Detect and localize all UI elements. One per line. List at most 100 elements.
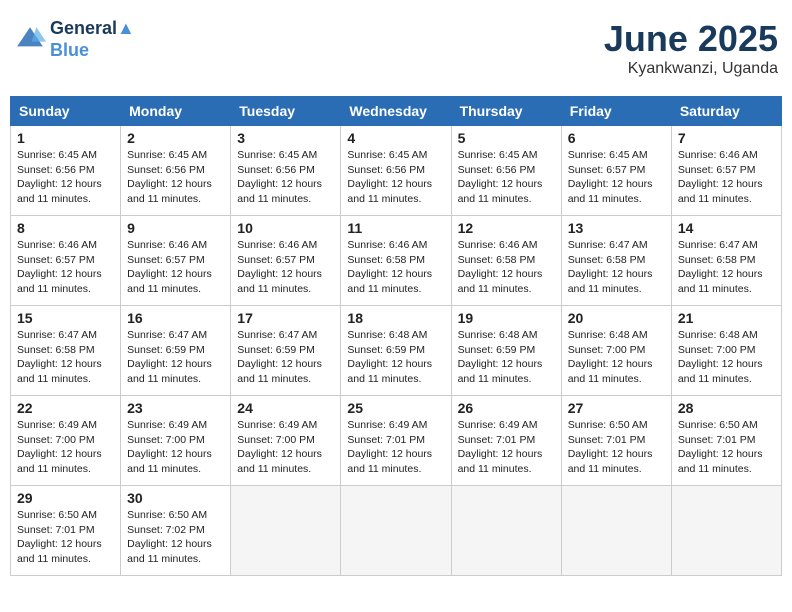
day-number: 20 — [568, 310, 665, 326]
day-number: 19 — [458, 310, 555, 326]
cell-info: Sunrise: 6:45 AMSunset: 6:56 PMDaylight:… — [237, 148, 334, 207]
day-cell-20: 20 Sunrise: 6:48 AMSunset: 7:00 PMDayligh… — [561, 306, 671, 396]
cell-info: Sunrise: 6:45 AMSunset: 6:56 PMDaylight:… — [127, 148, 224, 207]
day-number: 27 — [568, 400, 665, 416]
day-cell-9: 9 Sunrise: 6:46 AMSunset: 6:57 PMDaylight… — [121, 216, 231, 306]
day-number: 26 — [458, 400, 555, 416]
column-header-friday: Friday — [561, 97, 671, 126]
day-cell-17: 17 Sunrise: 6:47 AMSunset: 6:59 PMDayligh… — [231, 306, 341, 396]
day-number: 16 — [127, 310, 224, 326]
day-number: 10 — [237, 220, 334, 236]
day-number: 15 — [17, 310, 114, 326]
day-cell-27: 27 Sunrise: 6:50 AMSunset: 7:01 PMDayligh… — [561, 396, 671, 486]
day-cell-26: 26 Sunrise: 6:49 AMSunset: 7:01 PMDayligh… — [451, 396, 561, 486]
day-cell-28: 28 Sunrise: 6:50 AMSunset: 7:01 PMDayligh… — [671, 396, 781, 486]
cell-info: Sunrise: 6:48 AMSunset: 6:59 PMDaylight:… — [347, 328, 444, 387]
day-cell-1: 1Sunrise: 6:45 AMSunset: 6:56 PMDaylight… — [11, 126, 121, 216]
day-cell-22: 22Sunrise: 6:49 AMSunset: 7:00 PMDayligh… — [11, 396, 121, 486]
empty-cell — [671, 486, 781, 576]
cell-info: Sunrise: 6:48 AMSunset: 6:59 PMDaylight:… — [458, 328, 555, 387]
cell-info: Sunrise: 6:49 AMSunset: 7:00 PMDaylight:… — [237, 418, 334, 477]
cell-info: Sunrise: 6:50 AMSunset: 7:01 PMDaylight:… — [17, 508, 114, 567]
empty-cell — [231, 486, 341, 576]
calendar-week-3: 15Sunrise: 6:47 AMSunset: 6:58 PMDayligh… — [11, 306, 782, 396]
cell-info: Sunrise: 6:47 AMSunset: 6:58 PMDaylight:… — [678, 238, 775, 297]
cell-info: Sunrise: 6:47 AMSunset: 6:58 PMDaylight:… — [568, 238, 665, 297]
cell-info: Sunrise: 6:48 AMSunset: 7:00 PMDaylight:… — [568, 328, 665, 387]
logo-icon — [14, 24, 46, 56]
day-cell-23: 23Sunrise: 6:49 AMSunset: 7:00 PMDayligh… — [121, 396, 231, 486]
day-cell-30: 30 Sunrise: 6:50 AMSunset: 7:02 PMDayligh… — [121, 486, 231, 576]
cell-info: Sunrise: 6:46 AMSunset: 6:57 PMDaylight:… — [17, 238, 114, 297]
cell-info: Sunrise: 6:50 AMSunset: 7:01 PMDaylight:… — [678, 418, 775, 477]
day-number: 5 — [458, 130, 555, 146]
title-area: June 2025 Kyankwanzi, Uganda — [604, 18, 778, 78]
day-cell-19: 19 Sunrise: 6:48 AMSunset: 6:59 PMDayligh… — [451, 306, 561, 396]
day-number: 13 — [568, 220, 665, 236]
cell-info: Sunrise: 6:45 AMSunset: 6:56 PMDaylight:… — [347, 148, 444, 207]
day-cell-13: 13 Sunrise: 6:47 AMSunset: 6:58 PMDayligh… — [561, 216, 671, 306]
column-header-wednesday: Wednesday — [341, 97, 451, 126]
day-number: 6 — [568, 130, 665, 146]
column-header-saturday: Saturday — [671, 97, 781, 126]
month-title: June 2025 — [604, 18, 778, 60]
location-title: Kyankwanzi, Uganda — [604, 60, 778, 78]
day-number: 28 — [678, 400, 775, 416]
day-cell-8: 8Sunrise: 6:46 AMSunset: 6:57 PMDaylight… — [11, 216, 121, 306]
day-number: 30 — [127, 490, 224, 506]
day-cell-14: 14 Sunrise: 6:47 AMSunset: 6:58 PMDayligh… — [671, 216, 781, 306]
calendar-table: SundayMondayTuesdayWednesdayThursdayFrid… — [10, 96, 782, 576]
day-number: 23 — [127, 400, 224, 416]
day-cell-10: 10 Sunrise: 6:46 AMSunset: 6:57 PMDayligh… — [231, 216, 341, 306]
day-number: 17 — [237, 310, 334, 326]
day-cell-21: 21Sunrise: 6:48 AMSunset: 7:00 PMDayligh… — [671, 306, 781, 396]
column-header-monday: Monday — [121, 97, 231, 126]
calendar-week-4: 22 Sunrise: 6:49 AMSunset: 7:00 PMDayligh… — [11, 396, 782, 486]
cell-info: Sunrise: 6:45 AMSunset: 6:56 PMDaylight:… — [458, 148, 555, 207]
day-cell-4: 4 Sunrise: 6:45 AMSunset: 6:56 PMDaylight… — [341, 126, 451, 216]
empty-cell — [341, 486, 451, 576]
day-cell-11: 11 Sunrise: 6:46 AMSunset: 6:58 PMDayligh… — [341, 216, 451, 306]
cell-info: Sunrise: 6:50 AMSunset: 7:02 PMDaylight:… — [127, 508, 224, 567]
cell-info: Sunrise: 6:46 AMSunset: 6:58 PMDaylight:… — [458, 238, 555, 297]
cell-info: Sunrise: 6:46 AMSunset: 6:58 PMDaylight:… — [347, 238, 444, 297]
day-cell-3: 3 Sunrise: 6:45 AMSunset: 6:56 PMDaylight… — [231, 126, 341, 216]
calendar-header-row: SundayMondayTuesdayWednesdayThursdayFrid… — [11, 97, 782, 126]
day-number: 18 — [347, 310, 444, 326]
logo-text: General▲ Blue — [50, 18, 135, 61]
day-number: 2 — [127, 130, 224, 146]
calendar-week-1: 1Sunrise: 6:45 AMSunset: 6:56 PMDaylight… — [11, 126, 782, 216]
day-number: 12 — [458, 220, 555, 236]
calendar-week-5: 29 Sunrise: 6:50 AMSunset: 7:01 PMDayligh… — [11, 486, 782, 576]
day-number: 21 — [678, 310, 775, 326]
day-cell-16: 16 Sunrise: 6:47 AMSunset: 6:59 PMDayligh… — [121, 306, 231, 396]
cell-info: Sunrise: 6:49 AMSunset: 7:01 PMDaylight:… — [458, 418, 555, 477]
column-header-thursday: Thursday — [451, 97, 561, 126]
cell-info: Sunrise: 6:46 AMSunset: 6:57 PMDaylight:… — [127, 238, 224, 297]
cell-info: Sunrise: 6:46 AMSunset: 6:57 PMDaylight:… — [237, 238, 334, 297]
day-cell-29: 29 Sunrise: 6:50 AMSunset: 7:01 PMDayligh… — [11, 486, 121, 576]
cell-info: Sunrise: 6:49 AMSunset: 7:01 PMDaylight:… — [347, 418, 444, 477]
cell-info: Sunrise: 6:47 AMSunset: 6:59 PMDaylight:… — [127, 328, 224, 387]
day-number: 3 — [237, 130, 334, 146]
logo: General▲ Blue — [14, 18, 135, 61]
column-header-sunday: Sunday — [11, 97, 121, 126]
day-number: 11 — [347, 220, 444, 236]
day-cell-6: 6Sunrise: 6:45 AMSunset: 6:57 PMDaylight… — [561, 126, 671, 216]
day-number: 9 — [127, 220, 224, 236]
calendar-week-2: 8Sunrise: 6:46 AMSunset: 6:57 PMDaylight… — [11, 216, 782, 306]
column-header-tuesday: Tuesday — [231, 97, 341, 126]
day-cell-12: 12 Sunrise: 6:46 AMSunset: 6:58 PMDayligh… — [451, 216, 561, 306]
day-number: 29 — [17, 490, 114, 506]
day-cell-24: 24Sunrise: 6:49 AMSunset: 7:00 PMDayligh… — [231, 396, 341, 486]
empty-cell — [451, 486, 561, 576]
day-cell-5: 5 Sunrise: 6:45 AMSunset: 6:56 PMDaylight… — [451, 126, 561, 216]
cell-info: Sunrise: 6:50 AMSunset: 7:01 PMDaylight:… — [568, 418, 665, 477]
day-cell-25: 25Sunrise: 6:49 AMSunset: 7:01 PMDayligh… — [341, 396, 451, 486]
day-cell-15: 15Sunrise: 6:47 AMSunset: 6:58 PMDayligh… — [11, 306, 121, 396]
day-cell-18: 18 Sunrise: 6:48 AMSunset: 6:59 PMDayligh… — [341, 306, 451, 396]
day-number: 14 — [678, 220, 775, 236]
cell-info: Sunrise: 6:47 AMSunset: 6:59 PMDaylight:… — [237, 328, 334, 387]
day-number: 22 — [17, 400, 114, 416]
day-number: 4 — [347, 130, 444, 146]
